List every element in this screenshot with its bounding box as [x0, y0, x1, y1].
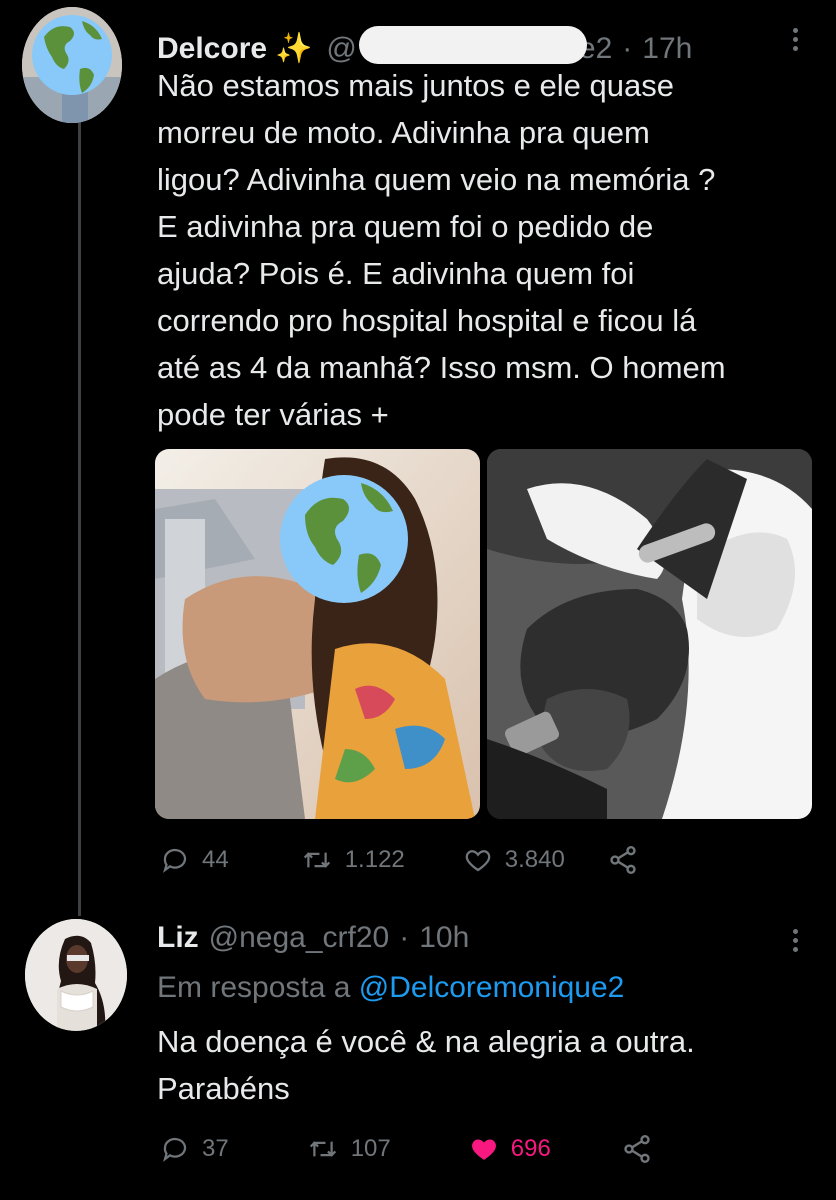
reply-icon: [163, 848, 187, 873]
tweet-header: Delcore ✨ @ e2 · 17h: [157, 20, 692, 66]
like-button[interactable]: 696: [469, 1134, 551, 1164]
reply-author-handle[interactable]: @nega_crf20: [209, 921, 390, 955]
thread-line: [78, 122, 81, 916]
like-count: 3.840: [504, 846, 565, 873]
reply-icon: [163, 1137, 187, 1162]
reply-button[interactable]: 37: [160, 1134, 229, 1164]
globe-avatar-icon: [32, 15, 112, 95]
tweet-photo-2[interactable]: [487, 449, 812, 819]
retweet-count: 107: [350, 1135, 391, 1162]
more-icon[interactable]: [790, 929, 800, 952]
reply-time[interactable]: 10h: [419, 921, 469, 955]
author-avatar[interactable]: [22, 7, 122, 123]
share-button[interactable]: [607, 844, 639, 876]
share-button[interactable]: [621, 1133, 653, 1165]
author-handle-start[interactable]: @: [326, 32, 356, 66]
like-button[interactable]: 3.840: [463, 845, 565, 875]
author-name[interactable]: Delcore: [157, 32, 267, 66]
tweet-photo-1[interactable]: [155, 449, 480, 819]
retweet-button[interactable]: 1.122: [301, 845, 405, 875]
sparkles-icon: ✨: [275, 32, 313, 65]
handle-redaction: [358, 26, 587, 64]
reply-author-avatar[interactable]: [25, 919, 127, 1031]
replying-to: Em resposta a @Delcoremonique2: [157, 971, 624, 1005]
reply-count: 44: [202, 846, 229, 873]
retweet-icon: [303, 852, 330, 868]
like-count: 696: [510, 1135, 551, 1162]
separator-dot: ·: [622, 32, 633, 65]
reply-author-name[interactable]: Liz: [157, 921, 199, 955]
retweet-icon: [309, 1141, 336, 1157]
replying-to-handle-link[interactable]: @Delcoremonique2: [359, 971, 625, 1004]
tweet-text: Não estamos mais juntos e ele quase morr…: [157, 68, 726, 432]
more-icon[interactable]: [790, 28, 800, 51]
share-icon: [610, 846, 636, 874]
share-icon: [624, 1135, 650, 1163]
reply-button[interactable]: 44: [160, 845, 229, 875]
like-icon: [471, 1139, 496, 1160]
reply-text: Na doença é você & na alegria a outra. P…: [157, 1024, 695, 1106]
replying-to-label: Em resposta a: [157, 971, 351, 1004]
retweet-button[interactable]: 107: [307, 1134, 391, 1164]
reply-count: 37: [202, 1135, 229, 1162]
tweet-actions: 44 1.122 3.840: [160, 844, 639, 876]
like-icon: [465, 850, 491, 872]
reply-header: Liz @nega_crf20 · 10h: [157, 921, 469, 955]
separator-dot: ·: [399, 921, 410, 954]
tweet-time[interactable]: 17h: [642, 32, 692, 66]
retweet-count: 1.122: [344, 846, 405, 873]
reply-actions: 37 107 696: [160, 1133, 653, 1165]
